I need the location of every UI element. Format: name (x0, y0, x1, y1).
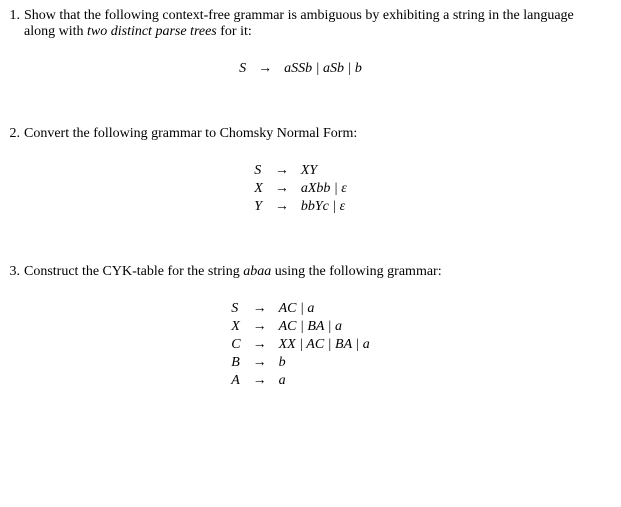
grammar-rhs: XY (295, 162, 353, 180)
problem-1-text-italic: two distinct parse trees (87, 24, 217, 39)
grammar-row: X → aXbb | ε (248, 180, 352, 198)
problem-2-grammar: S → XY X → aXbb | ε Y → bbYc | ε (0, 162, 601, 216)
grammar-rhs: bbYc | ε (295, 198, 353, 216)
problem-3-grammar: S → AC | a X → AC | BA | a C → XX | AC |… (0, 300, 601, 390)
grammar-arrow: → (247, 372, 273, 390)
problem-3: 3. Construct the CYK-table for the strin… (0, 264, 601, 390)
grammar-arrow: → (269, 198, 295, 216)
problem-3-num: 3. (0, 264, 20, 280)
problem-3-text-p3: using the following grammar: (271, 264, 441, 279)
grammar-lhs: Y (248, 198, 269, 216)
grammar-lhs: B (225, 354, 246, 372)
problem-3-text-italic: abaa (243, 264, 271, 279)
problem-1-text-p3: for it: (217, 24, 252, 39)
grammar-arrow: → (247, 354, 273, 372)
grammar-row: S → XY (248, 162, 352, 180)
grammar-row: B → b (225, 354, 375, 372)
problem-3-text-p1: Construct the CYK-table for the string (24, 264, 243, 279)
grammar-lhs: A (225, 372, 246, 390)
grammar-lhs: C (225, 336, 246, 354)
grammar-lhs: S (248, 162, 269, 180)
grammar-arrow: → (247, 318, 273, 336)
grammar-rhs: aXbb | ε (295, 180, 353, 198)
problem-1-header: 1. Show that the following context-free … (0, 8, 601, 40)
grammar-rhs: aSSb | aSb | b (278, 60, 368, 78)
problem-2-num: 2. (0, 126, 20, 142)
grammar-rhs: AC | BA | a (273, 318, 376, 336)
grammar-table-2: S → XY X → aXbb | ε Y → bbYc | ε (248, 162, 352, 216)
problem-2-text: Convert the following grammar to Chomsky… (24, 126, 601, 142)
grammar-row: S → AC | a (225, 300, 375, 318)
grammar-row: S → aSSb | aSb | b (233, 60, 368, 78)
problem-2-text-p1: Convert the following grammar to Chomsky… (24, 126, 357, 141)
problem-3-text: Construct the CYK-table for the string a… (24, 264, 601, 280)
grammar-row: A → a (225, 372, 375, 390)
problem-1-num: 1. (0, 8, 20, 24)
grammar-lhs: X (225, 318, 246, 336)
grammar-arrow: → (252, 60, 278, 78)
grammar-rhs: b (273, 354, 376, 372)
problem-1-grammar: S → aSSb | aSb | b (0, 60, 601, 78)
grammar-lhs: X (248, 180, 269, 198)
grammar-table-1: S → aSSb | aSb | b (233, 60, 368, 78)
grammar-arrow: → (247, 336, 273, 354)
problem-2-header: 2. Convert the following grammar to Chom… (0, 126, 601, 142)
grammar-row: Y → bbYc | ε (248, 198, 352, 216)
grammar-lhs: S (233, 60, 252, 78)
grammar-row: C → XX | AC | BA | a (225, 336, 375, 354)
grammar-arrow: → (269, 180, 295, 198)
problem-2: 2. Convert the following grammar to Chom… (0, 126, 601, 216)
problem-1-text: Show that the following context-free gra… (24, 8, 601, 40)
grammar-rhs: XX | AC | BA | a (273, 336, 376, 354)
grammar-lhs: S (225, 300, 246, 318)
grammar-table-3: S → AC | a X → AC | BA | a C → XX | AC |… (225, 300, 375, 390)
problem-3-header: 3. Construct the CYK-table for the strin… (0, 264, 601, 280)
grammar-rhs: a (273, 372, 376, 390)
grammar-row: X → AC | BA | a (225, 318, 375, 336)
grammar-arrow: → (269, 162, 295, 180)
problem-1: 1. Show that the following context-free … (0, 8, 601, 78)
grammar-arrow: → (247, 300, 273, 318)
grammar-rhs: AC | a (273, 300, 376, 318)
